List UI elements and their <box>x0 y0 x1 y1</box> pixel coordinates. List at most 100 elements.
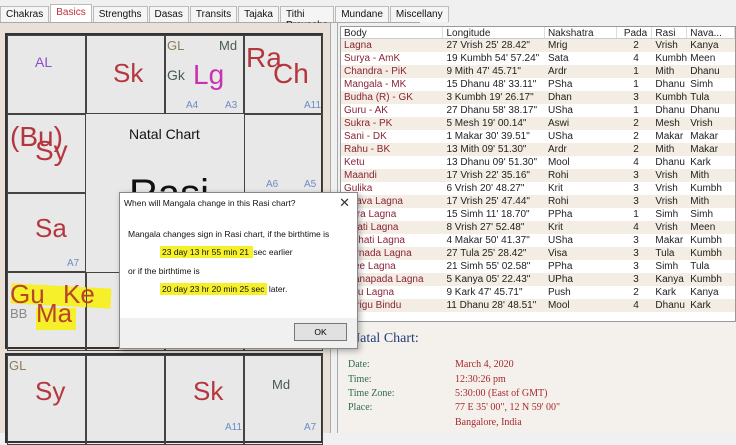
planet-label: GL <box>9 358 27 373</box>
table-row[interactable]: Indu Lagna 9 Kark 47' 45.71" Push 2 Kark Kany… <box>341 286 735 299</box>
table-row[interactable]: Gulika 6 Vrish 20' 48.27" Krit 3 Vrish Kumbh <box>341 182 735 195</box>
house-cell[interactable]: Ra Ch A11 <box>244 35 323 114</box>
cell-pada: 1 <box>633 79 639 90</box>
table-row[interactable]: Hora Lagna 15 Simh 11' 18.70" PPha 1 Simh Sim… <box>341 208 735 221</box>
cell-body: Sukra - PK <box>344 118 393 129</box>
planet-label: GL <box>167 38 185 53</box>
cell-pada: 2 <box>633 118 639 129</box>
earlier-duration: 23 day 13 hr 55 min 21 <box>160 246 254 258</box>
cell-body: Maandi <box>344 170 377 181</box>
planet-label: Md <box>272 377 291 392</box>
ok-button[interactable]: OK <box>294 323 347 341</box>
cell-body: Surya - AmK <box>344 53 401 64</box>
cell-rasi: Dhanu <box>655 157 685 168</box>
table-row[interactable]: Sukra - PK 5 Mesh 19' 00.14" Aswi 2 Mesh Vris… <box>341 117 735 130</box>
cell-body: Mangala - MK <box>344 79 407 90</box>
house-cell[interactable]: AL <box>7 35 86 114</box>
cell-navamsa: Dhanu <box>690 66 720 77</box>
earlier-suffix: sec earlier <box>253 247 293 257</box>
arudha-label: A6 <box>266 179 279 190</box>
cell-navamsa: Kanya <box>690 40 719 51</box>
tab-tajaka[interactable]: Tajaka <box>238 6 279 22</box>
table-row[interactable]: Guru - AK 27 Dhanu 58' 38.17" USha 1 Dhanu Dh… <box>341 104 735 117</box>
house-cell[interactable]: GL Md Gk Lg A4 A3 <box>165 35 244 114</box>
tab-transits[interactable]: Transits <box>189 6 238 22</box>
cell-rasi: Vrish <box>655 183 678 194</box>
tab-basics[interactable]: Basics <box>50 4 92 22</box>
cell-rasi: Vrish <box>655 170 678 181</box>
col-navamsa[interactable]: Nava... <box>687 27 735 39</box>
house-cell[interactable]: A6 A5 <box>244 114 323 193</box>
house-cell[interactable]: (Bu) Sy <box>7 114 86 193</box>
table-row[interactable]: Maandi 17 Vrish 22' 35.16" Rohi 3 Vrish Mith <box>341 169 735 182</box>
cell-nakshatra: Krit <box>547 183 563 194</box>
time-label: Time: <box>348 374 372 385</box>
tab-strengths[interactable]: Strengths <box>92 6 148 22</box>
table-row[interactable]: Sree Lagna 21 Simh 55' 02.58" PPha 3 Simh Tul… <box>341 260 735 273</box>
col-longitude[interactable]: Longitude <box>443 27 545 39</box>
second-chart[interactable]: GL Sy Sk A11 Md A7 <box>5 353 323 445</box>
tab-tithi-pravesha[interactable]: Tithi Pravesha <box>279 6 335 31</box>
tab-dasas[interactable]: Dasas <box>148 6 189 22</box>
cell-rasi: Kumbh <box>655 92 688 103</box>
house-cell[interactable]: GL Sy <box>7 355 86 445</box>
col-nakshatra[interactable]: Nakshatra <box>545 27 617 39</box>
col-rasi[interactable]: Rasi <box>652 27 688 39</box>
table-row[interactable]: Sani - DK 1 Makar 30' 39.51" USha 2 Makar Mak… <box>341 130 735 143</box>
tab-miscellany[interactable]: Miscellany <box>389 6 449 22</box>
cell-nakshatra: Visa <box>547 248 568 259</box>
table-row[interactable]: Bhava Lagna 17 Vrish 25' 47.44" Rohi 3 Vrish… <box>341 195 735 208</box>
cell-rasi: Kanya <box>655 274 684 285</box>
table-row[interactable]: Chandra - PiK 9 Mith 47' 45.71" Ardr 1 Mith D… <box>341 65 735 78</box>
table-row[interactable]: Lagna 27 Vrish 25' 28.42" Mrig 2 Vrish Kanya <box>341 39 735 52</box>
cell-nakshatra: Ardr <box>547 66 567 77</box>
cell-pada: 2 <box>633 144 639 155</box>
cell-rasi: Vrish <box>655 40 678 51</box>
cell-body: Lagna <box>344 40 372 51</box>
planet-label: Sy <box>35 135 68 166</box>
cell-navamsa: Makar <box>690 131 719 142</box>
house-cell[interactable] <box>86 355 165 445</box>
house-cell[interactable]: Sk A11 <box>165 355 244 445</box>
lagna-label: Lg <box>193 59 225 90</box>
table-row[interactable]: Budha (R) - GK 3 Kumbh 19' 26.17" Dhan 3 Kum… <box>341 91 735 104</box>
cell-pada: 4 <box>633 53 639 64</box>
cell-nakshatra: USha <box>547 235 573 246</box>
house-cell[interactable]: Sa A7 <box>7 193 86 272</box>
cell-navamsa: Dhanu <box>690 105 720 116</box>
house-cell[interactable]: Sk <box>86 35 165 114</box>
cell-pada: 1 <box>633 66 639 77</box>
planet-label: BB <box>10 306 28 321</box>
cell-pada: 4 <box>633 222 639 233</box>
table-row[interactable]: Bhrigu Bindu 11 Dhanu 28' 48.51" Mool 4 Dhan… <box>341 299 735 312</box>
cell-navamsa: Kumbh <box>690 183 722 194</box>
arudha-label: A7 <box>67 258 80 269</box>
tab-chakras[interactable]: Chakras <box>0 6 50 22</box>
cell-rasi: Kumbh <box>655 53 688 64</box>
tab-mundane[interactable]: Mundane <box>335 6 389 22</box>
table-row[interactable]: Vighati Lagna 4 Makar 50' 41.37" USha 3 Maka… <box>341 234 735 247</box>
table-row[interactable]: Pranapada Lagna 5 Kanya 05' 22.43" UPha 3 Ka… <box>341 273 735 286</box>
cell-pada: 1 <box>633 105 639 116</box>
cell-navamsa: Tula <box>690 92 710 103</box>
table-row[interactable]: Ketu 13 Dhanu 09' 51.30" Mool 4 Dhanu Kark <box>341 156 735 169</box>
table-header: Body Longitude Nakshatra Pada Rasi Nava.… <box>341 27 735 39</box>
cell-longitude: 6 Vrish 20' 48.27" <box>446 183 525 194</box>
table-row[interactable]: Surya - AmK 19 Kumbh 54' 57.24" Sata 4 Kumbh… <box>341 52 735 65</box>
cell-rasi: Dhanu <box>655 79 685 90</box>
cell-body: Budha (R) - GK <box>344 92 413 103</box>
table-row[interactable]: Varnada Lagna 27 Tula 25' 28.42" Visa 3 Tula… <box>341 247 735 260</box>
table-row[interactable]: Ghati Lagna 8 Vrish 27' 52.48" Krit 4 Vrish M… <box>341 221 735 234</box>
cell-navamsa: Meen <box>690 53 716 64</box>
col-pada[interactable]: Pada <box>617 27 653 39</box>
dialog-later: 20 day 23 hr 20 min 25 sec later. <box>160 283 287 295</box>
close-icon[interactable]: ✕ <box>339 195 350 211</box>
col-body[interactable]: Body <box>341 27 444 39</box>
tab-bar: Chakras Basics Strengths Dasas Transits … <box>0 4 449 31</box>
house-cell[interactable]: Md A7 <box>244 355 323 445</box>
table-row[interactable]: Mangala - MK 15 Dhanu 48' 33.11" PSha 1 Dhan… <box>341 78 735 91</box>
cell-longitude: 19 Kumbh 54' 57.24" <box>446 53 540 64</box>
cell-rasi: Simh <box>655 261 679 272</box>
table-row[interactable]: Rahu - BK 13 Mith 09' 51.30" Ardr 2 Mith Maka… <box>341 143 735 156</box>
cell-rasi: Makar <box>655 235 684 246</box>
